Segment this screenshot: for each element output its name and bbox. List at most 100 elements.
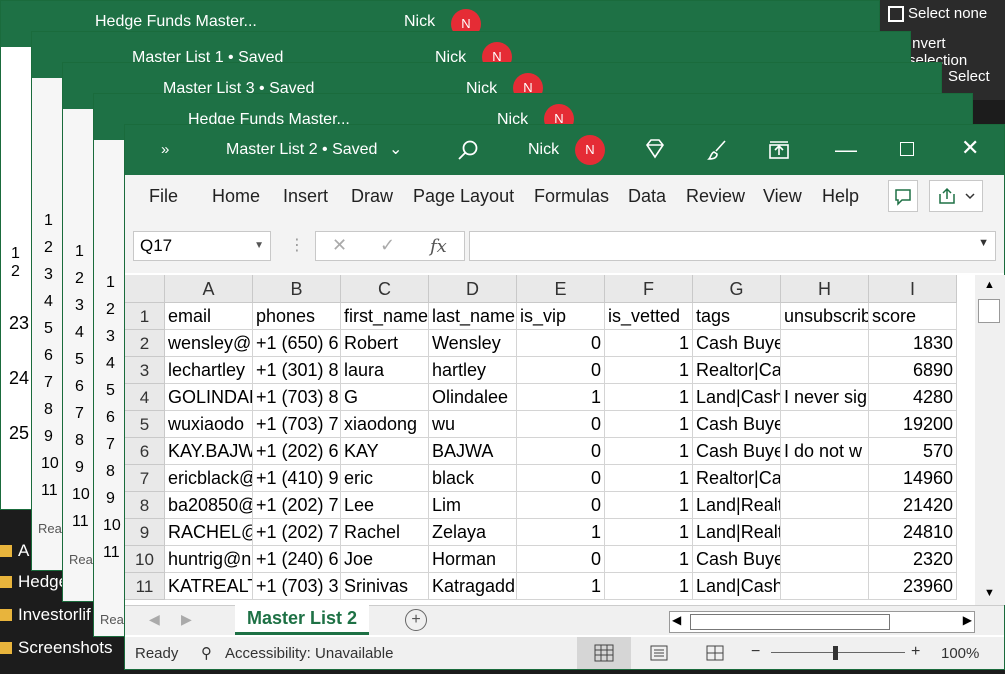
quick-access-chevron-icon[interactable]: »	[161, 141, 169, 158]
cell[interactable]: 1830	[869, 330, 957, 357]
row-header[interactable]: 6	[125, 438, 165, 465]
tab-file[interactable]: File	[149, 186, 178, 207]
tab-review[interactable]: Review	[686, 186, 745, 207]
cell[interactable]: ericblack@	[165, 465, 253, 492]
row-header[interactable]: 3	[125, 357, 165, 384]
accessibility-icon[interactable]: ⚲	[201, 644, 212, 662]
cell[interactable]: 0	[517, 465, 605, 492]
cell[interactable]: 19200	[869, 411, 957, 438]
cell[interactable]: I do not w	[781, 438, 869, 465]
accessibility-status[interactable]: Accessibility: Unavailable	[225, 645, 393, 662]
cell[interactable]: Realtor|Cash Buyer	[693, 357, 781, 384]
close-button[interactable]: ✕	[961, 135, 979, 161]
cell[interactable]	[781, 492, 869, 519]
cancel-icon[interactable]: ✕	[332, 235, 347, 256]
cell[interactable]: Lee	[341, 492, 429, 519]
cell[interactable]: huntrig@n	[165, 546, 253, 573]
cell[interactable]: Horman	[429, 546, 517, 573]
cell[interactable]: 23960	[869, 573, 957, 600]
select-all-corner[interactable]	[125, 275, 165, 303]
tab-formulas[interactable]: Formulas	[534, 186, 609, 207]
cell[interactable]: tags	[693, 303, 781, 330]
cell[interactable]	[781, 330, 869, 357]
cell[interactable]	[781, 519, 869, 546]
explorer-item[interactable]: A	[0, 540, 29, 562]
cell[interactable]: xiaodong	[341, 411, 429, 438]
cell[interactable]: 1	[517, 384, 605, 411]
cell[interactable]: Lim	[429, 492, 517, 519]
cell[interactable]: 0	[517, 546, 605, 573]
next-sheet-icon[interactable]: ▶	[181, 611, 192, 628]
cell[interactable]: +1 (410) 9	[253, 465, 341, 492]
search-icon[interactable]	[457, 139, 479, 161]
spreadsheet-grid[interactable]: A B C D E F G H I 1 email phones first_name last_name…	[125, 275, 975, 605]
column-header-i[interactable]: I	[869, 275, 957, 303]
cell[interactable]: 0	[517, 492, 605, 519]
cell[interactable]: G	[341, 384, 429, 411]
prev-sheet-icon[interactable]: ◀	[149, 611, 160, 628]
function-icon[interactable]: fx	[430, 236, 447, 257]
cell[interactable]: RACHEL@	[165, 519, 253, 546]
tab-data[interactable]: Data	[628, 186, 666, 207]
cell[interactable]: 0	[517, 330, 605, 357]
maximize-button[interactable]	[900, 142, 914, 156]
cell[interactable]: +1 (202) 7	[253, 519, 341, 546]
name-box[interactable]: Q17 ▼	[133, 231, 271, 261]
tab-home[interactable]: Home	[212, 186, 260, 207]
cell[interactable]: 14960	[869, 465, 957, 492]
explorer-item[interactable]: Hedge	[0, 571, 68, 593]
share-button[interactable]	[929, 180, 983, 212]
scroll-right-icon[interactable]: ▶	[963, 613, 972, 627]
cell[interactable]: wu	[429, 411, 517, 438]
cell[interactable]	[781, 465, 869, 492]
column-header-d[interactable]: D	[429, 275, 517, 303]
cell[interactable]: 1	[605, 546, 693, 573]
brush-icon[interactable]	[706, 138, 730, 162]
cell[interactable]: 6890	[869, 357, 957, 384]
cell[interactable]: eric	[341, 465, 429, 492]
horizontal-scrollbar[interactable]: ◀ ▶	[669, 611, 975, 633]
cell[interactable]: +1 (202) 6	[253, 438, 341, 465]
scroll-up-icon[interactable]: ▲	[984, 279, 995, 291]
tab-view[interactable]: View	[763, 186, 802, 207]
cell[interactable]: 1	[605, 384, 693, 411]
cell[interactable]: 1	[605, 573, 693, 600]
cell[interactable]: Cash Buyer|Fix and F	[693, 330, 781, 357]
cell[interactable]: last_name	[429, 303, 517, 330]
cell[interactable]: 1	[517, 519, 605, 546]
column-header-b[interactable]: B	[253, 275, 341, 303]
row-header[interactable]: 9	[125, 519, 165, 546]
cell[interactable]: Cash Buyer	[693, 411, 781, 438]
row-header[interactable]: 7	[125, 465, 165, 492]
add-sheet-button[interactable]: +	[405, 609, 427, 631]
cell[interactable]: wensley@	[165, 330, 253, 357]
cell[interactable]: 0	[517, 411, 605, 438]
column-header-f[interactable]: F	[605, 275, 693, 303]
row-header[interactable]: 5	[125, 411, 165, 438]
cell[interactable]: Olindalee	[429, 384, 517, 411]
cell[interactable]	[781, 357, 869, 384]
cell[interactable]: laura	[341, 357, 429, 384]
cell[interactable]: 1	[605, 357, 693, 384]
cell[interactable]: Land|Realtor|Cash B	[693, 519, 781, 546]
cell[interactable]: black	[429, 465, 517, 492]
row-header[interactable]: 4	[125, 384, 165, 411]
cell[interactable]: Katragadd	[429, 573, 517, 600]
zoom-level[interactable]: 100%	[941, 645, 979, 662]
cell[interactable]: ba20850@	[165, 492, 253, 519]
cell[interactable]: +1 (703) 7	[253, 411, 341, 438]
chevron-down-icon[interactable]: ▼	[254, 232, 264, 260]
column-header-g[interactable]: G	[693, 275, 781, 303]
explorer-item[interactable]: Investorlif	[0, 604, 91, 626]
cell[interactable]: 2320	[869, 546, 957, 573]
cell[interactable]: Zelaya	[429, 519, 517, 546]
cell[interactable]: KAY	[341, 438, 429, 465]
cell[interactable]: 4280	[869, 384, 957, 411]
minimize-button[interactable]: —	[835, 137, 857, 163]
cell[interactable]: 570	[869, 438, 957, 465]
cell[interactable]: Land|Realtor|Cash B	[693, 492, 781, 519]
cell[interactable]	[781, 546, 869, 573]
cell[interactable]: 1	[517, 573, 605, 600]
cell[interactable]: +1 (650) 6	[253, 330, 341, 357]
window-title[interactable]: Master List 2 • Saved	[226, 141, 377, 159]
